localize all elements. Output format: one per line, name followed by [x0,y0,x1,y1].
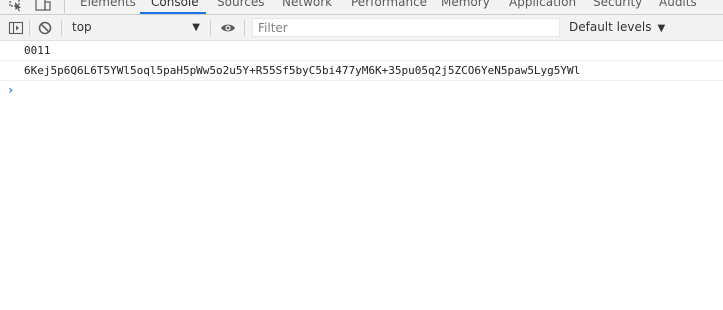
tab-memory[interactable]: Memory [441,0,490,10]
filter-input[interactable] [253,19,559,36]
console-message-text: 6Kej5p6Q6L6T5YWl5oql5paH5pWw5o2u5Y+R55Sf… [24,64,581,77]
tab-elements[interactable]: Elements [80,0,136,10]
toolbar-divider [210,20,211,36]
toolbar-divider [29,20,30,36]
console-message-text: 0011 [24,44,51,57]
active-tab-indicator [140,12,206,14]
clear-console-icon[interactable] [37,20,53,36]
console-message: 6Kej5p6Q6L6T5YWl5oql5paH5pWw5o2u5Y+R55Sf… [0,61,723,81]
tab-sources[interactable]: Sources [217,0,264,10]
tab-console[interactable]: Console [151,0,199,10]
tab-bar-divider [64,0,65,13]
tab-audits[interactable]: Audits [659,0,697,10]
tab-network[interactable]: Network [282,0,332,10]
chevron-down-icon: ▼ [657,23,666,34]
tab-security[interactable]: Security [593,0,642,10]
sidebar-toggle-icon[interactable] [8,20,24,36]
console-message: 0011 [0,41,723,61]
eye-icon[interactable] [220,20,236,36]
devtools-window: Elements Console Sources Network Perform… [0,0,723,310]
tab-performance[interactable]: Performance [351,0,427,10]
log-levels-label: Default levels [569,20,652,34]
tab-application[interactable]: Application [509,0,576,10]
toolbar-divider [61,20,62,36]
devtools-tab-bar: Elements Console Sources Network Perform… [0,0,723,15]
filter-box [252,18,560,37]
inspect-element-icon[interactable] [9,0,23,14]
device-toolbar-icon[interactable] [35,0,51,14]
toolbar-divider [244,20,245,36]
execution-context-select[interactable]: top ▼ [68,18,204,37]
prompt-chevron-icon: › [7,83,15,97]
console-prompt[interactable]: › [0,81,723,100]
chevron-down-icon: ▼ [192,22,200,33]
context-value: top [72,20,92,34]
console-output[interactable]: 0011 6Kej5p6Q6L6T5YWl5oql5paH5pWw5o2u5Y+… [0,41,723,310]
log-levels-dropdown[interactable]: Default levels ▼ [569,18,665,37]
console-toolbar: top ▼ Default levels ▼ [0,15,723,41]
